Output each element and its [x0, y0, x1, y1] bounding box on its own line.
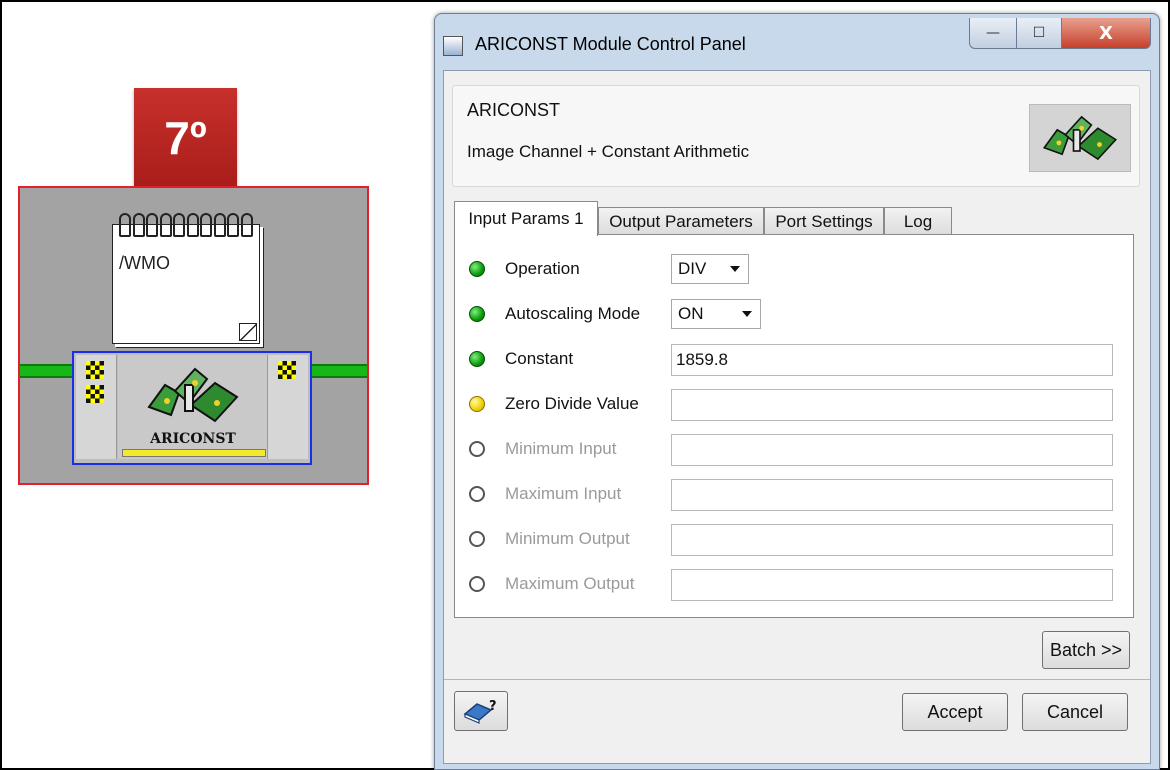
tab-port-settings[interactable]: Port Settings	[764, 207, 884, 235]
tab-strip: Input Params 1 Output Parameters Port Se…	[454, 201, 1134, 236]
dropdown-arrow-icon	[742, 311, 752, 317]
param-row-autoscaling: Autoscaling Mode ON	[455, 298, 1133, 332]
progress-bar	[122, 449, 266, 457]
module-icon-button[interactable]	[1029, 104, 1131, 172]
cancel-button[interactable]: Cancel	[1022, 693, 1128, 731]
operation-select[interactable]: DIV	[671, 254, 749, 284]
param-row-operation: Operation DIV	[455, 253, 1133, 287]
status-led-empty	[469, 531, 485, 547]
status-led-green	[469, 306, 485, 322]
maximum-output-field[interactable]	[671, 569, 1113, 601]
select-value: ON	[678, 304, 704, 323]
module-name: ARICONST	[467, 100, 561, 120]
status-led-empty	[469, 576, 485, 592]
module-header: ARICONST Image Channel + Constant Arithm…	[452, 85, 1140, 187]
status-led-empty	[469, 441, 485, 457]
autoscaling-select[interactable]: ON	[671, 299, 761, 329]
spiral-rings	[119, 213, 253, 237]
control-panel-window: ARICONST Module Control Panel — ☐ X ARIC…	[434, 13, 1160, 770]
help-button[interactable]: ?	[454, 691, 508, 731]
tab-log[interactable]: Log	[884, 207, 952, 235]
tab-input-params-1[interactable]: Input Params 1	[454, 201, 598, 236]
minimum-input-field[interactable]	[671, 434, 1113, 466]
title-bar[interactable]: ARICONST Module Control Panel — ☐ X	[435, 14, 1159, 70]
constant-input[interactable]: 1859.8	[671, 344, 1113, 376]
batch-button[interactable]: Batch >>	[1042, 631, 1130, 669]
map-strips-icon	[1042, 115, 1118, 161]
step-badge: 7º	[134, 88, 237, 188]
param-label: Zero Divide Value	[505, 394, 639, 413]
output-port[interactable]	[267, 355, 308, 459]
separator	[444, 679, 1150, 680]
map-strips-icon	[147, 367, 239, 423]
status-led-green	[469, 261, 485, 277]
param-row-zero-divide: Zero Divide Value	[455, 388, 1133, 422]
param-row-minimum-output: Minimum Output	[455, 523, 1133, 557]
status-led-empty	[469, 486, 485, 502]
help-book-icon: ?	[463, 699, 497, 724]
dropdown-arrow-icon	[730, 266, 740, 272]
window-title: ARICONST Module Control Panel	[475, 34, 746, 54]
page-curl-icon	[239, 323, 257, 341]
param-label: Minimum Output	[505, 529, 630, 548]
param-row-constant: Constant 1859.8	[455, 343, 1133, 377]
module-description: Image Channel + Constant Arithmetic	[467, 142, 750, 161]
status-led-yellow	[469, 396, 485, 412]
input-port[interactable]	[76, 355, 117, 459]
note-text: /WMO	[119, 253, 170, 273]
node-body: ARICONST	[118, 355, 268, 459]
dialog-client: ARICONST Image Channel + Constant Arithm…	[443, 70, 1151, 764]
svg-text:?: ?	[489, 699, 497, 714]
port-checker-icon	[86, 361, 104, 379]
param-row-maximum-input: Maximum Input	[455, 478, 1133, 512]
param-row-minimum-input: Minimum Input	[455, 433, 1133, 467]
node-name: ARICONST	[150, 431, 236, 447]
param-label: Operation	[505, 259, 580, 278]
app-icon	[443, 36, 463, 56]
param-row-maximum-output: Maximum Output	[455, 568, 1133, 602]
param-label: Minimum Input	[505, 439, 617, 458]
zero-divide-input[interactable]	[671, 389, 1113, 421]
port-checker-icon	[86, 385, 104, 403]
minimize-button[interactable]: —	[969, 18, 1017, 49]
port-checker-icon	[278, 361, 296, 379]
notepad-icon: /WMO	[112, 213, 260, 344]
input-params-panel: Operation DIV Autoscaling Mode ON Consta…	[454, 234, 1134, 618]
maximize-button[interactable]: ☐	[1016, 18, 1062, 49]
close-button[interactable]: X	[1061, 18, 1151, 49]
ariconst-node[interactable]: ARICONST	[72, 351, 312, 465]
tab-output-parameters[interactable]: Output Parameters	[598, 207, 764, 235]
status-led-green	[469, 351, 485, 367]
minimum-output-field[interactable]	[671, 524, 1113, 556]
select-value: DIV	[678, 259, 707, 278]
maximum-input-field[interactable]	[671, 479, 1113, 511]
output-pipe	[310, 364, 367, 378]
param-label: Maximum Output	[505, 574, 635, 593]
param-label: Autoscaling Mode	[505, 304, 641, 323]
param-label: Constant	[505, 349, 574, 368]
accept-button[interactable]: Accept	[902, 693, 1008, 731]
input-pipe	[20, 364, 74, 378]
param-label: Maximum Input	[505, 484, 622, 503]
module-diagram: /WMO ARICONST	[18, 186, 369, 485]
